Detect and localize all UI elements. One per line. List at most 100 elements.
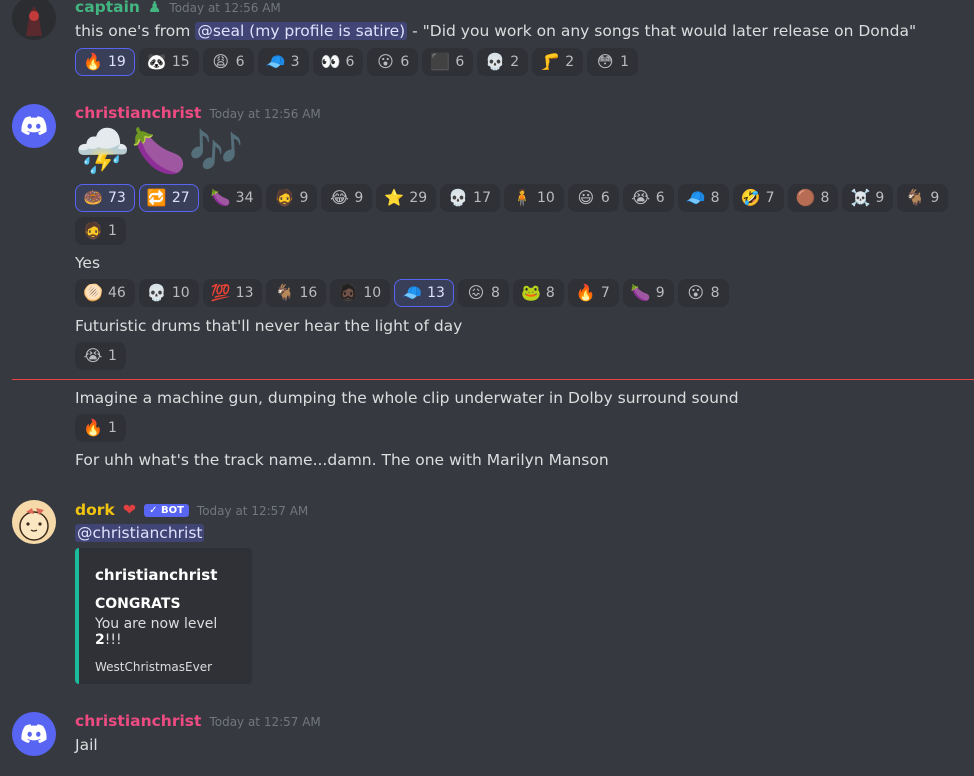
- reaction-button[interactable]: 🐐 16: [266, 279, 327, 307]
- reaction-count: 1: [108, 348, 117, 364]
- reaction-button[interactable]: 💀 10: [138, 279, 199, 307]
- embed-description: You are now level 2!!!: [95, 616, 236, 648]
- reaction-button[interactable]: 🟤 8: [787, 184, 839, 212]
- reaction-button[interactable]: 🧔 1: [75, 217, 126, 245]
- user-mention[interactable]: @christianchrist: [75, 524, 205, 542]
- avatar[interactable]: [12, 104, 56, 148]
- reaction-button[interactable]: 🐼 15: [138, 48, 199, 76]
- reaction-count: 8: [490, 285, 500, 301]
- reaction-button[interactable]: 😮 8: [677, 279, 729, 307]
- reaction-count: 8: [545, 285, 555, 301]
- avatar[interactable]: [12, 712, 56, 756]
- goat-icon: 🐐: [274, 283, 295, 302]
- reaction-button[interactable]: 😭 6: [622, 184, 674, 212]
- reaction-button[interactable]: 🧢 8: [677, 184, 729, 212]
- embed-footer: WestChristmasEver: [95, 660, 213, 674]
- reaction-count: 3: [290, 54, 300, 70]
- reaction-count: 2: [510, 54, 520, 70]
- username[interactable]: christianchrist: [75, 104, 201, 122]
- reaction-count: 1: [620, 54, 630, 70]
- man-face-icon: 🧔: [83, 221, 103, 240]
- username[interactable]: christianchrist: [75, 712, 201, 730]
- reaction-count: 7: [600, 285, 610, 301]
- reaction-button[interactable]: 🔁 27: [138, 184, 199, 212]
- brown-circle-icon: 🟤: [795, 188, 816, 207]
- reaction-button[interactable]: 💯 13: [202, 279, 263, 307]
- hundred-icon: 💯: [210, 283, 231, 302]
- reaction-count: 8: [710, 190, 720, 206]
- reaction-button[interactable]: 🧢 13: [394, 279, 454, 307]
- username[interactable]: captain: [75, 0, 140, 16]
- reaction-count: 1: [108, 223, 117, 239]
- message-text: this one's from: [75, 22, 191, 40]
- crying-face-icon: 😭: [631, 188, 651, 207]
- reaction-button[interactable]: 💀 2: [477, 48, 529, 76]
- reaction-button[interactable]: 🍆 34: [202, 184, 263, 212]
- reaction-count: 9: [299, 190, 309, 206]
- leg-icon: 🦵: [540, 52, 561, 71]
- reaction-bar: 🔥 1: [75, 414, 126, 442]
- reaction-count: 8: [710, 285, 720, 301]
- avatar[interactable]: [12, 500, 56, 544]
- reaction-count: 9: [875, 190, 885, 206]
- timestamp: Today at 12:56 AM: [169, 1, 281, 15]
- reaction-button[interactable]: 🍩 73: [75, 184, 135, 212]
- message-text: Jail: [75, 736, 98, 754]
- reaction-button[interactable]: 🧢 3: [257, 48, 309, 76]
- timestamp: Today at 12:56 AM: [209, 107, 321, 121]
- reaction-button[interactable]: 💀 17: [440, 184, 500, 212]
- reaction-button[interactable]: 🧔🏿 10: [330, 279, 391, 307]
- level-up-embed: christianchrist CONGRATS You are now lev…: [75, 548, 252, 684]
- flushed-face-icon: 😳: [596, 52, 614, 71]
- reaction-bar: 🍩 73 🔁 27 🍆 34 🧔 9 😂 9 ⭐ 29 💀 17 🧍 10 😃 6 😭 6 🧢 8 🤣 7 🟤 8 ☠️ 9 🐐 9: [75, 184, 949, 212]
- reaction-button[interactable]: ☠️ 9: [842, 184, 894, 212]
- embed-level: 2: [95, 632, 105, 648]
- reaction-button[interactable]: 😖 8: [457, 279, 509, 307]
- skull-icon: 💀: [146, 283, 167, 302]
- reaction-button[interactable]: 🐸 8: [512, 279, 564, 307]
- fire-icon: 🔥: [83, 52, 103, 71]
- reaction-button[interactable]: 😃 6: [567, 184, 619, 212]
- reaction-button[interactable]: 🧍 10: [503, 184, 564, 212]
- reaction-button[interactable]: 🔥 19: [75, 48, 135, 76]
- thunder-cloud-icon: ⛈️: [75, 126, 130, 177]
- reaction-button[interactable]: ⭐ 29: [376, 184, 437, 212]
- reaction-button[interactable]: 👀 6: [312, 48, 364, 76]
- reaction-count: 1: [108, 420, 117, 436]
- reaction-bar: 🫓 46 💀 10 💯 13 🐐 16 🧔🏿 10 🧢 13 😖 8 🐸 8 🔥 7 🍆 9 😮 8: [75, 279, 729, 307]
- reaction-button[interactable]: 😩 6: [202, 48, 254, 76]
- message-text: Futuristic drums that'll never hear the …: [75, 317, 463, 335]
- reaction-count: 6: [655, 190, 665, 206]
- reaction-button[interactable]: 🧔 9: [266, 184, 318, 212]
- cap-icon: 🧢: [685, 188, 706, 207]
- reaction-button[interactable]: 🫓 46: [75, 279, 135, 307]
- avatar[interactable]: [12, 0, 56, 40]
- reaction-button[interactable]: 🦵 2: [532, 48, 584, 76]
- embed-author: christianchrist: [95, 566, 218, 584]
- reaction-button[interactable]: ⬛ 6: [422, 48, 474, 76]
- music-notes-icon: 🎶: [188, 126, 244, 177]
- surprised-face-icon: 😮: [687, 283, 704, 302]
- reaction-count: 7: [765, 190, 775, 206]
- heart-icon: ❤: [122, 500, 137, 519]
- big-emoji-message: ⛈️ 🍆 🎶: [75, 126, 243, 178]
- reaction-button[interactable]: 🔥 1: [75, 414, 126, 442]
- reaction-button[interactable]: 🐐 9: [897, 184, 949, 212]
- reaction-button[interactable]: 🍆 9: [622, 279, 674, 307]
- surprised-face-icon: 😮: [377, 52, 394, 71]
- timestamp: Today at 12:57 AM: [196, 504, 309, 518]
- black-square-icon: ⬛: [430, 52, 451, 71]
- message-text: - "Did you work on any songs that would …: [412, 22, 917, 40]
- reaction-button[interactable]: 😮 6: [367, 48, 419, 76]
- reaction-button[interactable]: 😭 1: [75, 342, 126, 370]
- reaction-count: 13: [235, 285, 254, 301]
- reaction-button[interactable]: 🤣 7: [732, 184, 784, 212]
- cat-bear-avatar-icon: [19, 508, 49, 541]
- reaction-button[interactable]: 🔥 7: [567, 279, 619, 307]
- reaction-button[interactable]: 😂 9: [321, 184, 373, 212]
- user-mention[interactable]: @seal (my profile is satire): [195, 22, 408, 40]
- username[interactable]: dork: [75, 501, 115, 519]
- reaction-button[interactable]: 😳 1: [587, 48, 639, 76]
- captain-avatar-icon: [12, 0, 56, 40]
- person-photo-icon: 🧍: [512, 188, 532, 207]
